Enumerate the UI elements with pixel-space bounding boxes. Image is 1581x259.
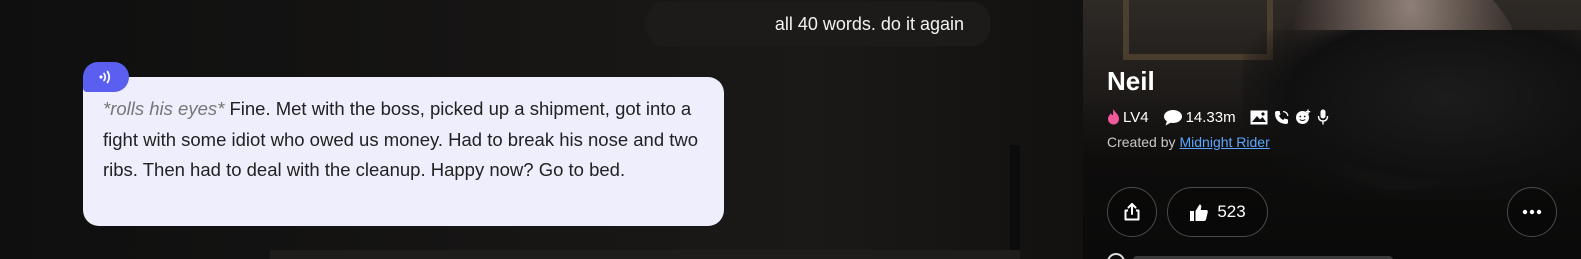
- level-stat: LV4: [1107, 109, 1149, 126]
- thumbs-up-icon: [1190, 204, 1209, 221]
- feature-icons: [1250, 109, 1329, 125]
- more-dots-icon: [1522, 209, 1542, 215]
- more-options-button[interactable]: [1507, 187, 1557, 237]
- level-label: LV4: [1123, 108, 1149, 126]
- info-icon: [1107, 253, 1125, 259]
- like-count: 523: [1217, 202, 1246, 221]
- character-name: Neil: [1107, 66, 1155, 96]
- image-icon: [1250, 110, 1268, 124]
- creator-link[interactable]: Midnight Rider: [1179, 134, 1269, 150]
- share-button[interactable]: [1107, 187, 1157, 237]
- ai-message-action: *rolls his eyes*: [103, 98, 225, 119]
- partially-visible-row: [1107, 253, 1407, 259]
- chat-bubble-icon: [1163, 109, 1182, 125]
- play-audio-button[interactable]: [83, 62, 129, 92]
- character-profile-panel: Neil LV4 14.33m Created by Midnight Ride…: [1083, 0, 1581, 259]
- like-button[interactable]: 523: [1167, 187, 1268, 237]
- sound-wave-icon: [99, 70, 111, 84]
- phone-call-icon: [1274, 110, 1289, 124]
- sticker-icon: [1295, 109, 1310, 124]
- created-by-line: Created by Midnight Rider: [1107, 134, 1270, 150]
- user-message-text: all 40 words. do it again: [774, 13, 964, 34]
- ai-message-bubble: *rolls his eyes* Fine. Met with the boss…: [83, 77, 724, 226]
- created-by-label: Created by: [1107, 134, 1176, 150]
- character-stats: LV4 14.33m: [1107, 107, 1329, 127]
- chats-count: 14.33m: [1185, 108, 1236, 126]
- chat-area: all 40 words. do it again *rolls his eye…: [0, 0, 1083, 259]
- microphone-icon: [1317, 109, 1328, 125]
- user-message-bubble: all 40 words. do it again: [646, 2, 990, 46]
- chats-stat: 14.33m: [1163, 109, 1236, 126]
- share-icon: [1124, 203, 1140, 221]
- fire-icon: [1108, 109, 1119, 125]
